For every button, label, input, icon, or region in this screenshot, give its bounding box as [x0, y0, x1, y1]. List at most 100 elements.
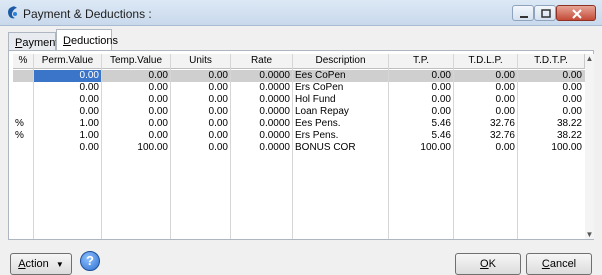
table-cell[interactable]: Ers CoPen: [293, 82, 389, 94]
table-cell[interactable]: 0.0000: [231, 106, 293, 118]
app-logo-icon: [8, 6, 17, 19]
column-header[interactable]: T.D.L.P.: [454, 54, 518, 69]
table-cell[interactable]: 0.00: [171, 142, 231, 154]
table-cell[interactable]: 0.00: [102, 70, 171, 82]
scroll-down-icon[interactable]: ▼: [585, 230, 594, 239]
column-header[interactable]: Rate: [231, 54, 293, 69]
scroll-up-icon[interactable]: ▲: [585, 54, 594, 63]
column-header[interactable]: T.D.T.P.: [518, 54, 585, 69]
table-row[interactable]: 0.00 0.00 0.00 0.0000 Loan Repay 0.00 0.00 0.00: [13, 106, 585, 118]
table-cell[interactable]: 0.00: [454, 70, 518, 82]
table-cell[interactable]: [13, 94, 34, 106]
table-cell[interactable]: [13, 106, 34, 118]
table-cell[interactable]: Loan Repay: [293, 106, 389, 118]
table-cell[interactable]: 0.0000: [231, 130, 293, 142]
table-cell[interactable]: 38.22: [518, 118, 585, 130]
table-row[interactable]: 0.00 0.00 0.00 0.0000 Hol Fund 0.00 0.00 0.00: [13, 94, 585, 106]
tab-payments[interactable]: Payments: [8, 32, 64, 51]
table-cell[interactable]: 0.0000: [231, 94, 293, 106]
maximize-button[interactable]: [534, 5, 556, 21]
table-cell[interactable]: 0.00: [389, 82, 454, 94]
table-cell[interactable]: [13, 142, 34, 154]
table-cell[interactable]: 0.00: [454, 94, 518, 106]
table-cell[interactable]: 0.00: [102, 130, 171, 142]
table-row[interactable]: % 1.00 0.00 0.00 0.0000 Ees Pens. 5.46 32.76 38.…: [13, 118, 585, 130]
column-header[interactable]: Perm.Value: [34, 54, 102, 69]
table-cell[interactable]: 0.00: [171, 106, 231, 118]
table-cell[interactable]: 0.00: [102, 82, 171, 94]
table-cell[interactable]: 1.00: [34, 130, 102, 142]
table-cell[interactable]: Hol Fund: [293, 94, 389, 106]
table-cell[interactable]: 0.0000: [231, 82, 293, 94]
table-cell[interactable]: 0.00: [171, 70, 231, 82]
minimize-icon: [520, 16, 528, 18]
table-cell[interactable]: 5.46: [389, 130, 454, 142]
title-bar: Payment & Deductions :: [0, 0, 602, 26]
table-cell[interactable]: Ees Pens.: [293, 118, 389, 130]
table-cell[interactable]: 0.00: [518, 94, 585, 106]
table-cell[interactable]: 0.00: [454, 106, 518, 118]
table-cell[interactable]: 32.76: [454, 118, 518, 130]
action-button[interactable]: Action ▼: [10, 253, 72, 275]
table-row[interactable]: % 1.00 0.00 0.00 0.0000 Ers Pens. 5.46 32.76 38.…: [13, 130, 585, 142]
column-divider: [230, 54, 231, 239]
table-cell[interactable]: 0.0000: [231, 118, 293, 130]
table-cell[interactable]: 0.00: [34, 70, 102, 82]
table-cell[interactable]: 0.0000: [231, 142, 293, 154]
table-cell[interactable]: 0.00: [454, 142, 518, 154]
table-cell[interactable]: 100.00: [389, 142, 454, 154]
table-cell[interactable]: 100.00: [102, 142, 171, 154]
table-cell[interactable]: Ees CoPen: [293, 70, 389, 82]
table-row[interactable]: 0.00 0.00 0.00 0.0000 Ers CoPen 0.00 0.00 0.00: [13, 82, 585, 94]
table-cell[interactable]: 5.46: [389, 118, 454, 130]
table-cell[interactable]: 32.76: [454, 130, 518, 142]
tab-deductions[interactable]: Deductions: [56, 29, 118, 51]
table-cell[interactable]: 0.00: [171, 82, 231, 94]
table-cell[interactable]: 0.00: [102, 118, 171, 130]
table-cell[interactable]: 0.00: [454, 82, 518, 94]
table-cell[interactable]: [13, 70, 34, 82]
table-row[interactable]: 0.00 0.00 0.00 0.0000 Ees CoPen 0.00 0.00 0.00: [13, 70, 585, 82]
ok-button[interactable]: OK: [455, 253, 521, 275]
column-header[interactable]: Temp.Value: [102, 54, 171, 69]
table-cell[interactable]: 0.0000: [231, 70, 293, 82]
table-cell[interactable]: 0.00: [34, 94, 102, 106]
table-cell[interactable]: BONUS COR: [293, 142, 389, 154]
minimize-button[interactable]: [512, 5, 534, 21]
table-cell[interactable]: 0.00: [171, 94, 231, 106]
table-cell[interactable]: 0.00: [171, 130, 231, 142]
table-cell[interactable]: %: [13, 118, 34, 130]
table-cell[interactable]: 0.00: [518, 70, 585, 82]
table-cell[interactable]: 0.00: [518, 106, 585, 118]
table-cell[interactable]: 0.00: [389, 106, 454, 118]
table-cell[interactable]: 1.00: [34, 118, 102, 130]
help-icon[interactable]: ?: [80, 251, 100, 271]
table-cell[interactable]: 0.00: [34, 142, 102, 154]
table-cell[interactable]: 0.00: [102, 94, 171, 106]
table-cell[interactable]: 0.00: [34, 82, 102, 94]
table-cell[interactable]: 0.00: [102, 106, 171, 118]
table-cell[interactable]: 0.00: [389, 94, 454, 106]
column-divider: [517, 54, 518, 239]
table-cell[interactable]: 0.00: [171, 118, 231, 130]
table-cell[interactable]: Ers Pens.: [293, 130, 389, 142]
chevron-down-icon: ▼: [55, 260, 64, 269]
table-cell[interactable]: 0.00: [34, 106, 102, 118]
cancel-button[interactable]: Cancel: [526, 253, 592, 275]
column-divider: [453, 54, 454, 239]
cancel-mnemonic: C: [541, 258, 550, 270]
column-header[interactable]: T.P.: [389, 54, 454, 69]
table-cell[interactable]: 100.00: [518, 142, 585, 154]
ok-label: K: [488, 258, 496, 270]
table-cell[interactable]: [13, 82, 34, 94]
close-button[interactable]: [556, 5, 596, 21]
table-cell[interactable]: 0.00: [389, 70, 454, 82]
column-header[interactable]: Description: [293, 54, 389, 69]
table-cell[interactable]: %: [13, 130, 34, 142]
table-row[interactable]: 0.00 100.00 0.00 0.0000 BONUS COR 100.00 0.00 1…: [13, 142, 585, 154]
column-header[interactable]: Units: [171, 54, 231, 69]
table-cell[interactable]: 0.00: [518, 82, 585, 94]
column-header[interactable]: %: [13, 54, 34, 69]
vertical-scrollbar[interactable]: ▲ ▼: [585, 54, 594, 239]
table-cell[interactable]: 38.22: [518, 130, 585, 142]
